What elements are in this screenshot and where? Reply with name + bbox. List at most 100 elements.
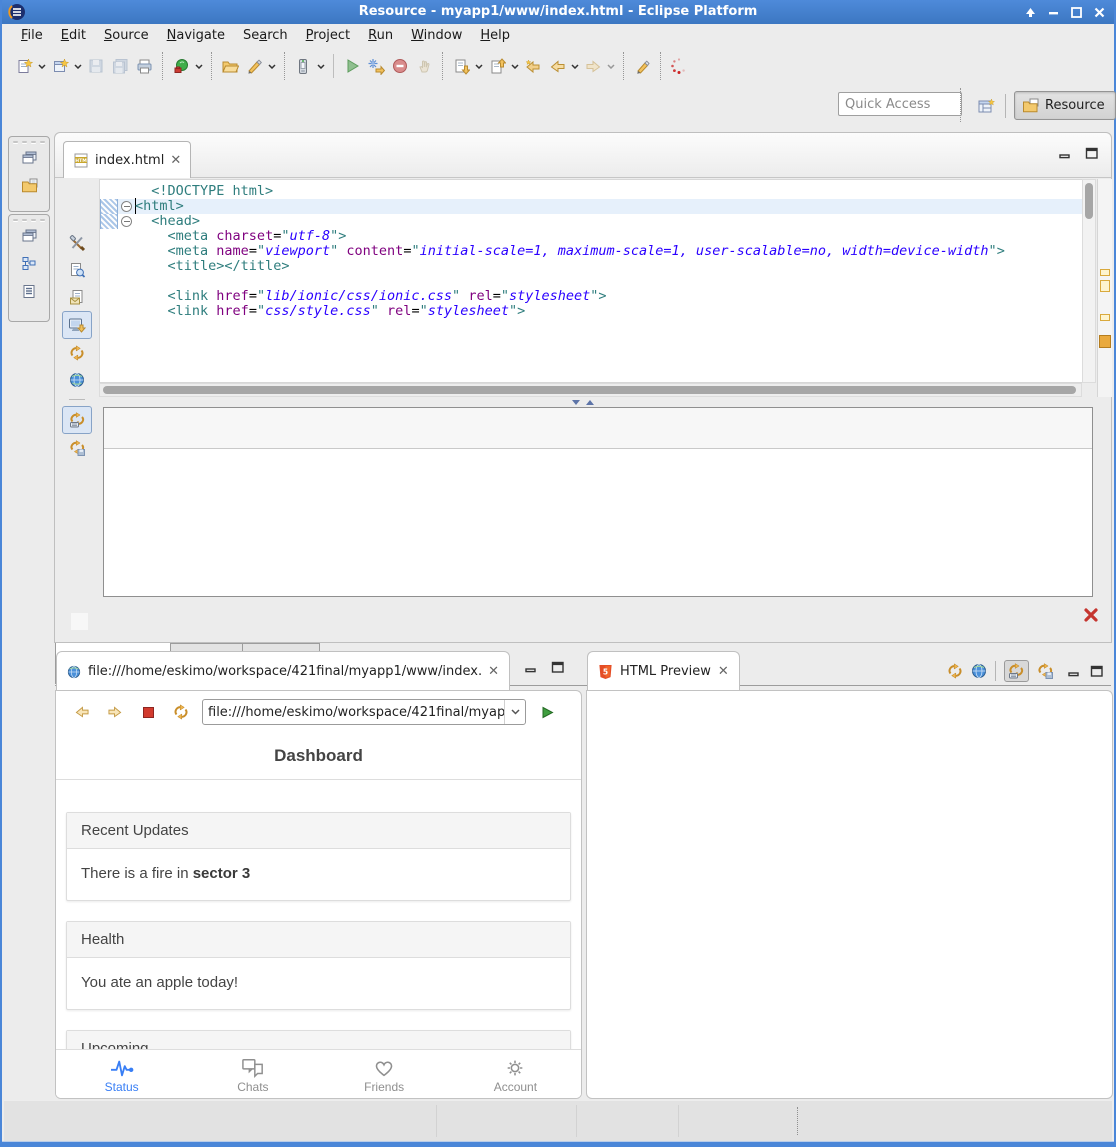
code-line[interactable]: <meta name="viewport" content="initial-s… [100, 244, 1082, 259]
html-preview-tab[interactable]: 5 HTML Preview ✕ [587, 651, 740, 691]
code-line[interactable]: <link href="css/style.css" rel="styleshe… [100, 304, 1082, 319]
menu-search[interactable]: Search [234, 26, 297, 45]
device-dropdown[interactable] [315, 64, 327, 69]
external-tools-dropdown[interactable] [193, 64, 205, 69]
menu-file[interactable]: File [12, 26, 52, 45]
menu-window[interactable]: Window [402, 26, 471, 45]
back-dropdown[interactable] [569, 64, 581, 69]
new-wizard-dropdown[interactable] [36, 64, 48, 69]
project-explorer-button[interactable] [9, 171, 49, 199]
code-line[interactable]: <meta charset="utf-8"> [100, 229, 1082, 244]
source-editor[interactable]: <!DOCTYPE html><html> <head> <meta chars… [99, 179, 1082, 383]
maximize-button[interactable] [1070, 6, 1083, 19]
resource-perspective-button[interactable]: Resource [1014, 91, 1116, 120]
outline-view-button[interactable] [9, 249, 49, 277]
shade-button[interactable] [1024, 6, 1037, 19]
close-icon[interactable]: ✕ [170, 154, 181, 167]
browser-stop-button[interactable] [136, 699, 160, 725]
mail-doc-button[interactable] [63, 284, 91, 310]
app-tab-account[interactable]: Account [450, 1050, 581, 1099]
code-line[interactable]: <html> [100, 199, 1082, 214]
titlebar[interactable]: Resource - myapp1/www/index.html - Eclip… [2, 0, 1114, 24]
code-line[interactable]: <head> [100, 214, 1082, 229]
close-icon[interactable]: ✕ [488, 665, 499, 678]
restore-view-button[interactable] [9, 221, 49, 249]
design-pane[interactable] [103, 407, 1093, 597]
statusbar-grip[interactable] [797, 1107, 798, 1135]
maximize-view-button[interactable] [551, 661, 565, 673]
previous-annotation-dropdown[interactable] [509, 64, 521, 69]
menu-run[interactable]: Run [359, 26, 402, 45]
device-button[interactable] [291, 53, 315, 79]
sync-keyboard-button[interactable] [62, 406, 92, 434]
browser-refresh-button[interactable] [169, 699, 193, 725]
back-button[interactable] [545, 53, 569, 79]
preview-sync-save-button[interactable] [1037, 663, 1054, 679]
refresh-button[interactable] [63, 340, 91, 366]
split-sash[interactable] [55, 397, 1111, 407]
debug-wizard-button[interactable] [364, 53, 388, 79]
minimize-button[interactable] [1047, 6, 1060, 19]
browser-forward-button[interactable] [103, 699, 127, 725]
close-icon[interactable]: ✕ [718, 665, 729, 678]
minimize-view-button[interactable] [1059, 147, 1073, 159]
overview-ruler[interactable] [1097, 179, 1112, 397]
tools-button[interactable] [63, 230, 91, 256]
app-tab-friends[interactable]: Friends [319, 1050, 450, 1099]
forward-button[interactable] [581, 53, 605, 79]
sash-arrow-up-icon[interactable] [586, 400, 594, 405]
design-view-button[interactable] [62, 311, 92, 339]
run-button[interactable] [340, 53, 364, 79]
editor-horizontal-scrollbar[interactable] [99, 383, 1082, 397]
quick-access-input[interactable] [838, 92, 962, 116]
menu-edit[interactable]: Edit [52, 26, 95, 45]
app-tab-chats[interactable]: Chats [187, 1050, 318, 1099]
save-button[interactable] [84, 53, 108, 79]
editor-vertical-scrollbar[interactable] [1082, 179, 1096, 383]
code-line[interactable] [100, 274, 1082, 289]
print-button[interactable] [132, 53, 156, 79]
menu-project[interactable]: Project [297, 26, 360, 45]
sync-save-button[interactable] [63, 435, 91, 461]
browser-tab[interactable]: file:///home/eskimo/workspace/421final/m… [56, 651, 510, 691]
external-tools-button[interactable] [169, 53, 193, 79]
progress-spinner-icon[interactable] [667, 53, 691, 79]
save-all-button[interactable] [108, 53, 132, 79]
html-preview-body[interactable] [586, 690, 1113, 1099]
sash-arrow-down-icon[interactable] [572, 400, 580, 405]
mark-pen-button[interactable] [242, 53, 266, 79]
url-dropdown-button[interactable] [504, 700, 525, 724]
maximize-view-button[interactable] [1085, 147, 1099, 159]
hand-button[interactable] [412, 53, 436, 79]
preview-browser-button[interactable] [971, 663, 987, 679]
close-error-button[interactable] [1083, 607, 1099, 623]
fold-collapse-icon[interactable] [121, 201, 132, 212]
pin-editor-button[interactable] [630, 53, 654, 79]
preview-refresh-button[interactable] [947, 663, 963, 679]
new-view-dropdown[interactable] [72, 64, 84, 69]
url-combo[interactable]: file:///home/eskimo/workspace/421final/m… [202, 699, 526, 725]
editor-tab-index-html[interactable]: HTM index.html ✕ [63, 141, 191, 178]
open-folder-button[interactable] [218, 53, 242, 79]
code-line[interactable]: <title></title> [100, 259, 1082, 274]
open-perspective-button[interactable] [974, 94, 998, 118]
preview-doc-button[interactable] [63, 257, 91, 283]
code-line[interactable]: <!DOCTYPE html> [100, 184, 1082, 199]
url-value[interactable]: file:///home/eskimo/workspace/421final/m… [203, 705, 504, 720]
minimized-view-stack-2[interactable] [8, 214, 50, 322]
browser-button[interactable] [63, 367, 91, 393]
fold-collapse-icon[interactable] [121, 216, 132, 227]
menu-navigate[interactable]: Navigate [158, 26, 234, 45]
properties-view-button[interactable] [9, 277, 49, 305]
forward-dropdown[interactable] [605, 64, 617, 69]
preview-sync-keyboard-button[interactable] [1004, 660, 1029, 682]
close-button[interactable] [1093, 6, 1106, 19]
next-annotation-dropdown[interactable] [473, 64, 485, 69]
terminate-button[interactable] [388, 53, 412, 79]
minimized-view-stack-1[interactable] [8, 136, 50, 212]
app-tab-status[interactable]: Status [56, 1050, 187, 1099]
next-annotation-button[interactable] [449, 53, 473, 79]
maximize-view-button[interactable] [1090, 665, 1104, 677]
browser-back-button[interactable] [70, 699, 94, 725]
new-view-button[interactable] [48, 53, 72, 79]
